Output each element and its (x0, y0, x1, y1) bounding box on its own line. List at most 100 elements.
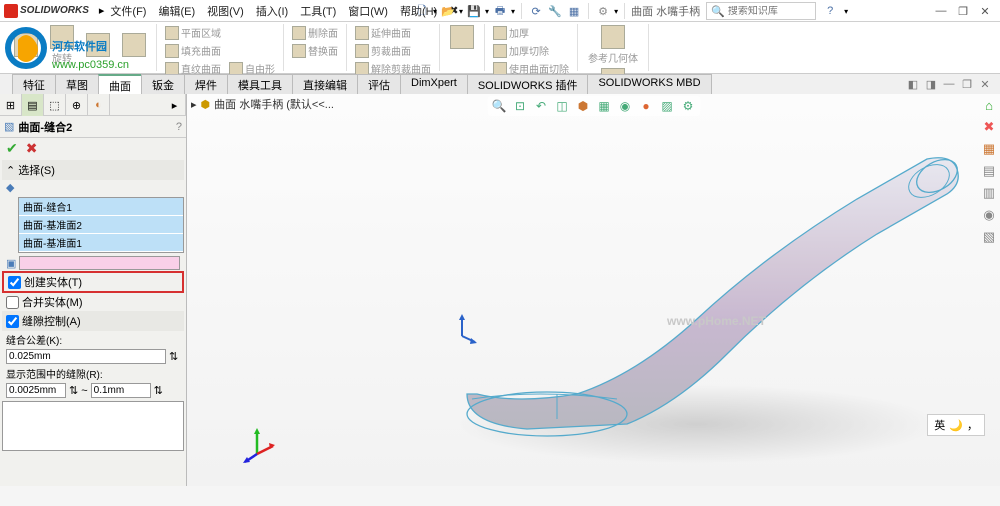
menu-file[interactable]: 文件(F) (104, 1, 152, 21)
dropdown-icon[interactable]: ▾ (433, 7, 437, 16)
thicken-button[interactable]: 加厚 (491, 24, 571, 41)
tab-surfaces[interactable]: 曲面 (98, 74, 142, 94)
settings-icon[interactable]: ⚙ (680, 98, 696, 114)
view-triad[interactable] (237, 426, 277, 466)
extrude-surface-button[interactable] (10, 32, 42, 58)
body-list[interactable] (19, 256, 180, 270)
view-palette-icon[interactable]: ▥ (980, 184, 998, 202)
cube-icon[interactable]: ▦ (566, 3, 582, 19)
home-icon[interactable]: ⌂ (980, 96, 998, 114)
help-icon[interactable]: ? (822, 3, 838, 19)
tab-moldtools[interactable]: 模具工具 (227, 74, 293, 94)
fm-tab-tree[interactable]: ⊞ (0, 94, 22, 116)
fm-tab-config[interactable]: ⬚ (44, 94, 66, 116)
ok-button[interactable]: ✔ (6, 140, 18, 157)
menu-tools[interactable]: 工具(T) (294, 1, 342, 21)
ime-punct-icon[interactable]: ， (967, 417, 978, 433)
menu-window[interactable]: 窗口(W) (342, 1, 394, 21)
tab-evaluate[interactable]: 评估 (357, 74, 401, 94)
panel-right-icon[interactable]: ◨ (924, 77, 938, 91)
rebuild-icon[interactable]: ⟳ (528, 3, 544, 19)
view-orient-icon[interactable]: ⬢ (575, 98, 591, 114)
search-input[interactable] (728, 6, 808, 17)
menu-insert[interactable]: 插入(I) (250, 1, 294, 21)
spinner-icon[interactable]: ⇅ (69, 384, 78, 397)
replace-face-button[interactable]: 替换面 (290, 42, 340, 59)
model-geometry[interactable] (417, 144, 977, 474)
dropdown-icon[interactable]: ▾ (614, 7, 618, 16)
menu-edit[interactable]: 编辑(E) (152, 1, 201, 21)
doc-restore-button[interactable]: ❐ (960, 77, 974, 91)
fm-flyout-icon[interactable]: ▸ (164, 94, 186, 116)
knit-button[interactable] (446, 24, 478, 50)
gap-min-input[interactable] (6, 383, 66, 398)
doc-minimize-button[interactable]: — (942, 77, 956, 91)
extend-surface-button[interactable]: 延伸曲面 (353, 24, 433, 41)
tab-directedit[interactable]: 直接编辑 (292, 74, 358, 94)
breadcrumb[interactable]: ▸ ⬢ 曲面 水嘴手柄 (默认<<... (191, 96, 334, 112)
options-icon[interactable]: 🔧 (547, 3, 563, 19)
prev-view-icon[interactable]: ↶ (533, 98, 549, 114)
minimize-button[interactable]: — (934, 4, 948, 18)
list-item[interactable]: 曲面-基准面2 (19, 216, 183, 234)
close-icon[interactable]: ✖ (980, 118, 998, 136)
zoom-fit-icon[interactable]: 🔍 (491, 98, 507, 114)
dropdown-icon[interactable]: ▾ (511, 7, 515, 16)
section-icon[interactable]: ◫ (554, 98, 570, 114)
merge-checkbox[interactable] (6, 296, 19, 309)
face-select-icon[interactable]: ◆ (6, 181, 14, 194)
ime-indicator[interactable]: 英 🌙 ， (927, 414, 985, 436)
gap-max-input[interactable] (91, 383, 151, 398)
menu-view[interactable]: 视图(V) (201, 1, 250, 21)
fill-surface-button[interactable]: 填充曲面 (163, 42, 277, 59)
save-icon[interactable]: 💾 (466, 3, 482, 19)
library-icon[interactable]: ▤ (980, 162, 998, 180)
tab-sheetmetal[interactable]: 钣金 (141, 74, 185, 94)
tab-features[interactable]: 特征 (12, 74, 56, 94)
knit-tolerance-input[interactable] (6, 349, 166, 364)
search-box[interactable]: 🔍 (706, 2, 816, 20)
tab-weldments[interactable]: 焊件 (184, 74, 228, 94)
sweep-surface-button[interactable] (82, 32, 114, 58)
print-icon[interactable]: 🖶 (492, 3, 508, 19)
tab-mbd[interactable]: SOLIDWORKS MBD (587, 74, 711, 94)
planar-surface-button[interactable]: 平面区域 (163, 24, 277, 41)
tab-addins[interactable]: SOLIDWORKS 插件 (467, 74, 589, 94)
fm-tab-display[interactable]: ◐ (88, 94, 110, 116)
revolve-surface-button[interactable]: 旋转 (46, 24, 78, 66)
new-icon[interactable]: 🗋 (414, 3, 430, 19)
delete-face-button[interactable]: 删除面 (290, 24, 340, 41)
dropdown-icon[interactable]: ▾ (459, 7, 463, 16)
doc-close-button[interactable]: ✕ (978, 77, 992, 91)
resources-icon[interactable]: ▦ (980, 140, 998, 158)
selection-header[interactable]: ⌃选择(S) (2, 160, 184, 180)
gap-results-list[interactable] (2, 401, 184, 451)
thicken-cut-button[interactable]: 加厚切除 (491, 42, 571, 59)
trim-surface-button[interactable]: 剪裁曲面 (353, 42, 433, 59)
spinner-icon[interactable]: ⇅ (154, 384, 163, 397)
fm-tab-dim[interactable]: ⊕ (66, 94, 88, 116)
scene-icon[interactable]: ▨ (659, 98, 675, 114)
gap-control-checkbox[interactable] (6, 315, 19, 328)
dropdown-icon[interactable]: ▾ (844, 7, 848, 16)
expand-icon[interactable]: ▸ (191, 98, 197, 111)
create-solid-checkbox[interactable] (8, 276, 21, 289)
appearances-icon[interactable]: ◉ (980, 206, 998, 224)
panel-left-icon[interactable]: ◧ (906, 77, 920, 91)
ime-mode-icon[interactable]: 🌙 (949, 419, 963, 432)
ref-geometry-button[interactable]: 参考几何体 (584, 24, 642, 66)
tab-sketch[interactable]: 草图 (55, 74, 99, 94)
settings-icon[interactable]: ⚙ (595, 3, 611, 19)
tab-dimxpert[interactable]: DimXpert (400, 74, 468, 94)
boundary-button[interactable] (118, 32, 150, 58)
open-icon[interactable]: 📂 (440, 3, 456, 19)
fm-tab-property[interactable]: ▤ (22, 94, 44, 116)
selection-list[interactable]: 曲面-缝合1 曲面-基准面2 曲面-基准面1 (18, 197, 184, 253)
cancel-button[interactable]: ✖ (26, 140, 38, 157)
close-button[interactable]: ✕ (978, 4, 992, 18)
list-item[interactable]: 曲面-基准面1 (19, 234, 183, 252)
help-icon[interactable]: ? (176, 121, 182, 133)
display-style-icon[interactable]: ▦ (596, 98, 612, 114)
hide-show-icon[interactable]: ◉ (617, 98, 633, 114)
body-select-icon[interactable]: ▣ (6, 257, 16, 270)
